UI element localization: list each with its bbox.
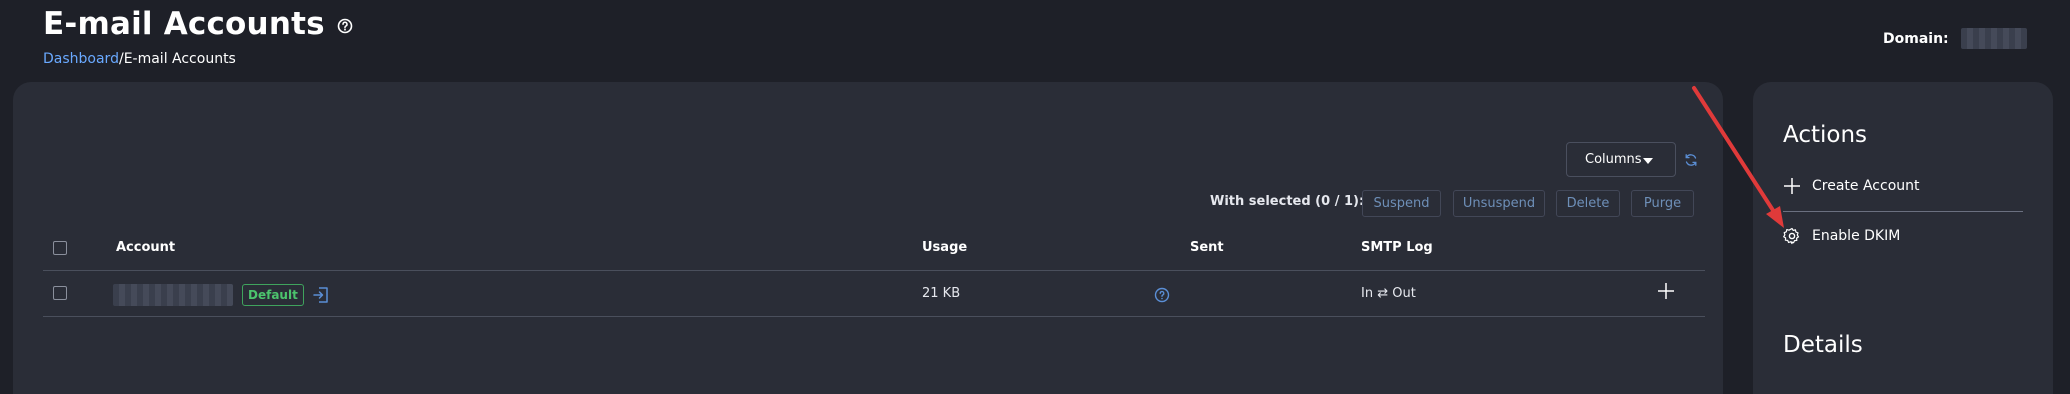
- account-name-redacted[interactable]: [113, 284, 233, 306]
- column-header-smtp-log[interactable]: SMTP Log: [1361, 240, 1433, 255]
- title-row: E-mail Accounts: [43, 6, 353, 42]
- gear-icon: [1783, 227, 1800, 245]
- row-divider: [43, 316, 1705, 317]
- column-header-sent[interactable]: Sent: [1190, 240, 1224, 255]
- expand-row-plus-icon[interactable]: [1656, 281, 1676, 301]
- actions-card: Actions Create Account Enable DKIM Detai…: [1753, 82, 2053, 394]
- domain-value-redacted: [1960, 28, 2027, 49]
- with-selected-label: With selected (0 / 1):: [1210, 194, 1365, 209]
- column-header-usage[interactable]: Usage: [922, 240, 967, 255]
- create-account-action[interactable]: Create Account: [1783, 177, 1920, 195]
- column-header-account[interactable]: Account: [116, 240, 175, 255]
- breadcrumb-dashboard-link[interactable]: Dashboard: [43, 51, 119, 67]
- select-all-checkbox[interactable]: [53, 241, 67, 255]
- accounts-card: Columns With selected (0 / 1): Suspend U…: [13, 82, 1723, 394]
- create-account-label: Create Account: [1812, 178, 1920, 194]
- actions-title: Actions: [1783, 122, 1868, 148]
- columns-dropdown-button[interactable]: Columns: [1566, 142, 1676, 177]
- page-title: E-mail Accounts: [43, 6, 325, 42]
- smtp-log-link[interactable]: In ⇄ Out: [1361, 286, 1416, 301]
- unsuspend-button[interactable]: Unsuspend: [1453, 190, 1545, 217]
- domain-indicator: Domain:: [1883, 28, 2027, 49]
- plus-icon: [1784, 178, 1800, 194]
- breadcrumb-current: E-mail Accounts: [123, 51, 236, 67]
- email-accounts-page: E-mail Accounts Dashboard/E-mail Account…: [0, 0, 2070, 394]
- usage-value: 21 KB: [922, 286, 961, 301]
- header-divider: [43, 270, 1705, 271]
- actions-divider: [1783, 211, 2023, 212]
- delete-button[interactable]: Delete: [1556, 190, 1620, 217]
- enable-dkim-action[interactable]: Enable DKIM: [1783, 227, 1900, 245]
- sent-help-icon[interactable]: [1154, 287, 1170, 303]
- login-icon[interactable]: [311, 285, 331, 305]
- row-checkbox[interactable]: [53, 286, 67, 300]
- breadcrumb: Dashboard/E-mail Accounts: [43, 51, 236, 67]
- default-badge: Default: [242, 284, 304, 306]
- purge-button[interactable]: Purge: [1631, 190, 1694, 217]
- refresh-icon[interactable]: [1684, 153, 1698, 167]
- caret-down-icon: [1643, 158, 1653, 164]
- help-circle-icon[interactable]: [337, 18, 353, 34]
- columns-label: Columns: [1585, 152, 1642, 167]
- details-title: Details: [1783, 332, 1863, 358]
- domain-label: Domain:: [1883, 30, 1949, 47]
- enable-dkim-label: Enable DKIM: [1812, 228, 1901, 244]
- suspend-button[interactable]: Suspend: [1362, 190, 1441, 217]
